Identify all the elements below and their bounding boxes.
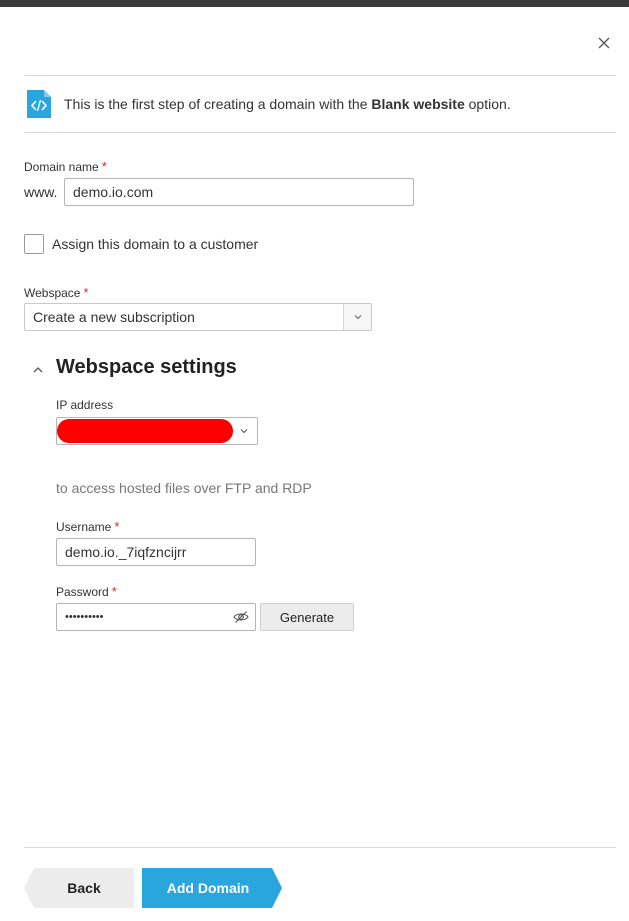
chevron-up-icon[interactable] xyxy=(30,362,46,378)
domain-name-input[interactable]: demo.io.com xyxy=(64,178,414,206)
hint-bold-text: Blank website xyxy=(371,96,465,112)
www-prefix: www. xyxy=(24,184,58,200)
add-domain-button[interactable]: Add Domain xyxy=(142,868,282,908)
code-file-icon xyxy=(24,87,54,121)
username-input[interactable]: demo.io._7iqfzncijrr xyxy=(56,538,256,566)
assign-customer-checkbox[interactable] xyxy=(24,234,44,254)
chevron-down-icon[interactable] xyxy=(343,304,371,330)
password-value: •••••••••• xyxy=(65,611,104,623)
webspace-settings-title[interactable]: Webspace settings xyxy=(56,356,237,379)
divider-footer xyxy=(24,847,616,848)
add-domain-button-label: Add Domain xyxy=(166,880,250,896)
password-input[interactable]: •••••••••• xyxy=(56,603,256,631)
password-label: Password * xyxy=(56,584,117,599)
generate-password-button[interactable]: Generate xyxy=(260,603,354,631)
divider-top xyxy=(24,75,616,76)
webspace-label: Webspace * xyxy=(24,285,89,300)
required-mark: * xyxy=(114,519,120,534)
hint-text: This is the first step of creating a dom… xyxy=(64,96,511,112)
back-button[interactable]: Back xyxy=(24,868,134,908)
ip-address-label: IP address xyxy=(56,398,114,412)
divider-hint xyxy=(24,132,616,133)
info-hint: This is the first step of creating a dom… xyxy=(24,84,616,124)
eye-slash-icon[interactable] xyxy=(233,610,249,624)
webspace-select-value: Create a new subscription xyxy=(33,309,195,325)
username-label: Username * xyxy=(56,519,120,534)
webspace-select[interactable]: Create a new subscription xyxy=(24,303,372,331)
assign-customer-label[interactable]: Assign this domain to a customer xyxy=(52,236,258,252)
required-mark: * xyxy=(101,159,107,174)
required-mark: * xyxy=(111,584,117,599)
redacted-ip-value xyxy=(57,419,233,443)
close-icon[interactable] xyxy=(595,34,613,52)
back-button-label: Back xyxy=(67,880,101,896)
ftp-access-description: to access hosted files over FTP and RDP xyxy=(56,480,312,496)
chevron-down-icon[interactable] xyxy=(231,418,257,444)
domain-name-label: Domain name * xyxy=(24,159,107,174)
required-mark: * xyxy=(83,285,89,300)
window-top-bar xyxy=(0,0,629,7)
